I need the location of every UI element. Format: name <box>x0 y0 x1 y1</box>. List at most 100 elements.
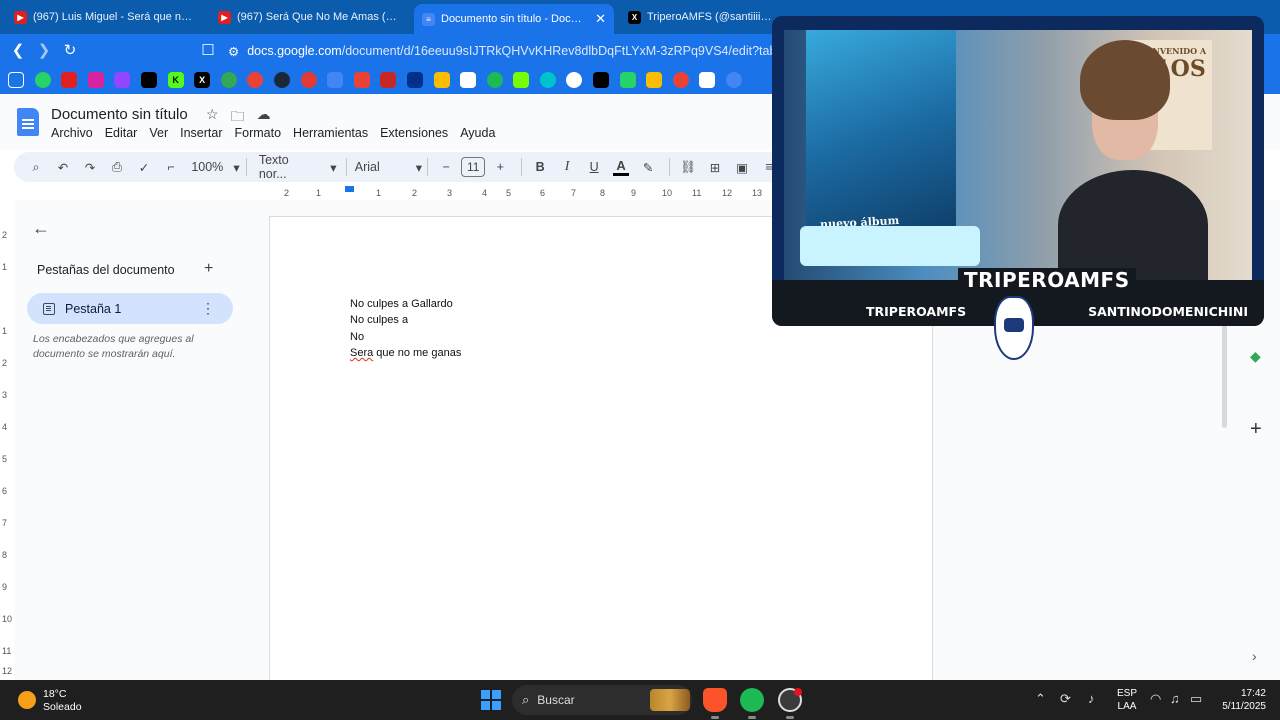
more-options-icon[interactable]: ⋮ <box>201 300 215 317</box>
chatgpt-icon[interactable] <box>566 72 583 88</box>
indent-marker[interactable] <box>345 186 354 192</box>
battery-icon[interactable]: ▭ <box>1190 691 1202 707</box>
highlight-icon[interactable]: ✎ <box>636 155 660 179</box>
horizontal-ruler[interactable]: 2 1 1 2 3 4 5 6 7 8 9 10 11 12 13 <box>270 186 780 200</box>
menu-insertar[interactable]: Insertar <box>180 126 222 140</box>
club-crest-icon <box>994 296 1034 360</box>
youtube-bookmark-icon[interactable] <box>61 72 78 88</box>
sun-icon[interactable] <box>18 691 36 709</box>
weather-temperature[interactable]: 18°C <box>43 688 66 700</box>
paragraph-style-select[interactable]: Texto nor... ▾ <box>259 153 337 181</box>
bookmark-green-icon[interactable] <box>619 72 636 88</box>
reload-icon[interactable]: ↻ <box>58 38 82 62</box>
kick-icon[interactable]: K <box>167 72 184 88</box>
text-color-button[interactable]: A <box>609 155 633 179</box>
chess-icon[interactable] <box>460 72 477 88</box>
paint-format-icon[interactable]: ⌐ <box>159 155 183 179</box>
recycle-icon[interactable] <box>220 72 237 88</box>
brave-browser-icon[interactable] <box>703 688 727 712</box>
url-field[interactable]: ⚙ docs.google.com/document/d/16eeuu9sIJT… <box>228 40 798 62</box>
spellcheck-icon[interactable]: ✓ <box>132 155 156 179</box>
bookmark-yellow-icon[interactable] <box>433 72 450 88</box>
menu-extensiones[interactable]: Extensiones <box>380 126 448 140</box>
close-outline-arrow-icon[interactable]: ← <box>32 218 50 239</box>
close-tab-icon[interactable]: ✕ <box>595 11 606 27</box>
sync-icon[interactable]: ⟳ <box>1060 691 1071 707</box>
ruler-tick: 12 <box>722 188 733 198</box>
chevron-right-icon[interactable]: › <box>1252 648 1257 664</box>
italic-button[interactable]: I <box>555 155 579 179</box>
instagram-bookmark-icon[interactable] <box>87 72 104 88</box>
document-body[interactable]: No culpes a Gallardo No culpes a No Sera… <box>350 296 461 362</box>
increase-font-size-icon[interactable]: + <box>488 155 512 179</box>
image-icon[interactable]: ▣ <box>730 155 754 179</box>
chart-bookmark-icon[interactable] <box>380 72 397 88</box>
spotify-icon[interactable] <box>740 688 764 712</box>
menu-ver[interactable]: Ver <box>149 126 168 140</box>
drive-icon[interactable] <box>646 72 663 88</box>
apps-grid-icon[interactable] <box>8 72 24 88</box>
menu-ayuda[interactable]: Ayuda <box>460 126 495 140</box>
font-family-select[interactable]: Arial ▾ <box>355 155 422 179</box>
twitch-icon[interactable] <box>114 72 131 88</box>
decrease-font-size-icon[interactable]: − <box>434 155 458 179</box>
comment-icon[interactable]: ⊞ <box>703 155 727 179</box>
search-menus-icon[interactable]: ⌕ <box>24 155 48 179</box>
clock[interactable]: 17:42 5/11/2025 <box>1216 687 1266 713</box>
bookmark-diamond-icon[interactable] <box>593 72 610 88</box>
add-addon-icon[interactable]: + <box>1250 418 1262 441</box>
spotify-bookmark-icon[interactable] <box>486 72 503 88</box>
gmail-icon[interactable] <box>353 72 370 88</box>
browser-tab-google-docs[interactable]: ≡ Documento sin título - Documen ✕ <box>414 4 614 34</box>
wifi-icon[interactable]: ◠ <box>1150 691 1161 707</box>
bookmark-blue-icon[interactable] <box>726 72 743 88</box>
browser-tab-sera-que[interactable]: ▶ (967) Será Que No Me Amas (Blame <box>210 4 408 30</box>
redo-icon[interactable]: ↷ <box>78 155 102 179</box>
paypal-icon[interactable] <box>406 72 423 88</box>
bookmark-icon[interactable]: ☐ <box>196 38 220 62</box>
maps-pin-icon[interactable]: ◆ <box>1250 348 1261 365</box>
docs-bookmark-icon[interactable] <box>327 72 344 88</box>
x-bookmark-icon[interactable]: X <box>194 72 211 88</box>
toolbar-divider <box>345 158 347 176</box>
taskbar-search[interactable]: ⌕ Buscar <box>512 685 692 715</box>
undo-icon[interactable]: ↶ <box>51 155 75 179</box>
print-icon[interactable]: ⎙ <box>105 155 129 179</box>
windows-start-icon[interactable] <box>481 690 501 710</box>
show-hidden-icons-icon[interactable]: ⌃ <box>1035 691 1046 707</box>
zoom-select[interactable]: 100% ▾ <box>191 155 239 179</box>
bookmark-red-icon[interactable] <box>300 72 317 88</box>
browser-tab-luis-miguel[interactable]: ▶ (967) Luis Miguel - Será que no me a <box>6 4 204 30</box>
forward-icon[interactable]: ❯ <box>32 38 56 62</box>
document-tab-1[interactable]: Pestaña 1 ⋮ <box>27 293 233 324</box>
steam-icon[interactable] <box>273 72 290 88</box>
scrollbar[interactable] <box>1222 320 1227 428</box>
microphone-icon[interactable]: ♪ <box>1088 691 1095 706</box>
menu-archivo[interactable]: Archivo <box>51 126 93 140</box>
font-size-field[interactable]: 11 <box>461 155 486 179</box>
browser-tab-x[interactable]: X TriperoAMFS (@santiiiii22) / <box>620 4 780 30</box>
document-title[interactable]: Documento sin título <box>51 106 188 123</box>
bold-button[interactable]: B <box>528 155 552 179</box>
whatsapp-icon[interactable] <box>34 72 51 88</box>
download-icon[interactable] <box>513 72 530 88</box>
misspelled-word[interactable]: Sera <box>350 347 373 359</box>
menu-formato[interactable]: Formato <box>235 126 282 140</box>
input-language[interactable]: ESP LAA <box>1117 687 1137 713</box>
underline-button[interactable]: U <box>582 155 606 179</box>
vertical-ruler[interactable]: 2 1 1 2 3 4 5 6 7 8 9 10 11 12 <box>0 200 14 680</box>
volume-icon[interactable]: ♫ <box>1170 691 1180 706</box>
tiktok-icon[interactable] <box>140 72 157 88</box>
weather-condition[interactable]: Soleado <box>43 701 82 713</box>
site-info-icon[interactable]: ⚙ <box>228 44 239 59</box>
google-icon[interactable] <box>247 72 264 88</box>
canva-icon[interactable] <box>539 72 556 88</box>
google-docs-logo-icon[interactable] <box>17 108 39 136</box>
back-icon[interactable]: ❮ <box>6 38 30 62</box>
add-tab-icon[interactable]: + <box>204 260 213 278</box>
bookmark-grid-icon[interactable] <box>699 72 716 88</box>
chrome-icon[interactable] <box>672 72 689 88</box>
menu-editar[interactable]: Editar <box>105 126 138 140</box>
menu-herramientas[interactable]: Herramientas <box>293 126 368 140</box>
link-icon[interactable]: ⛓ <box>676 155 700 179</box>
